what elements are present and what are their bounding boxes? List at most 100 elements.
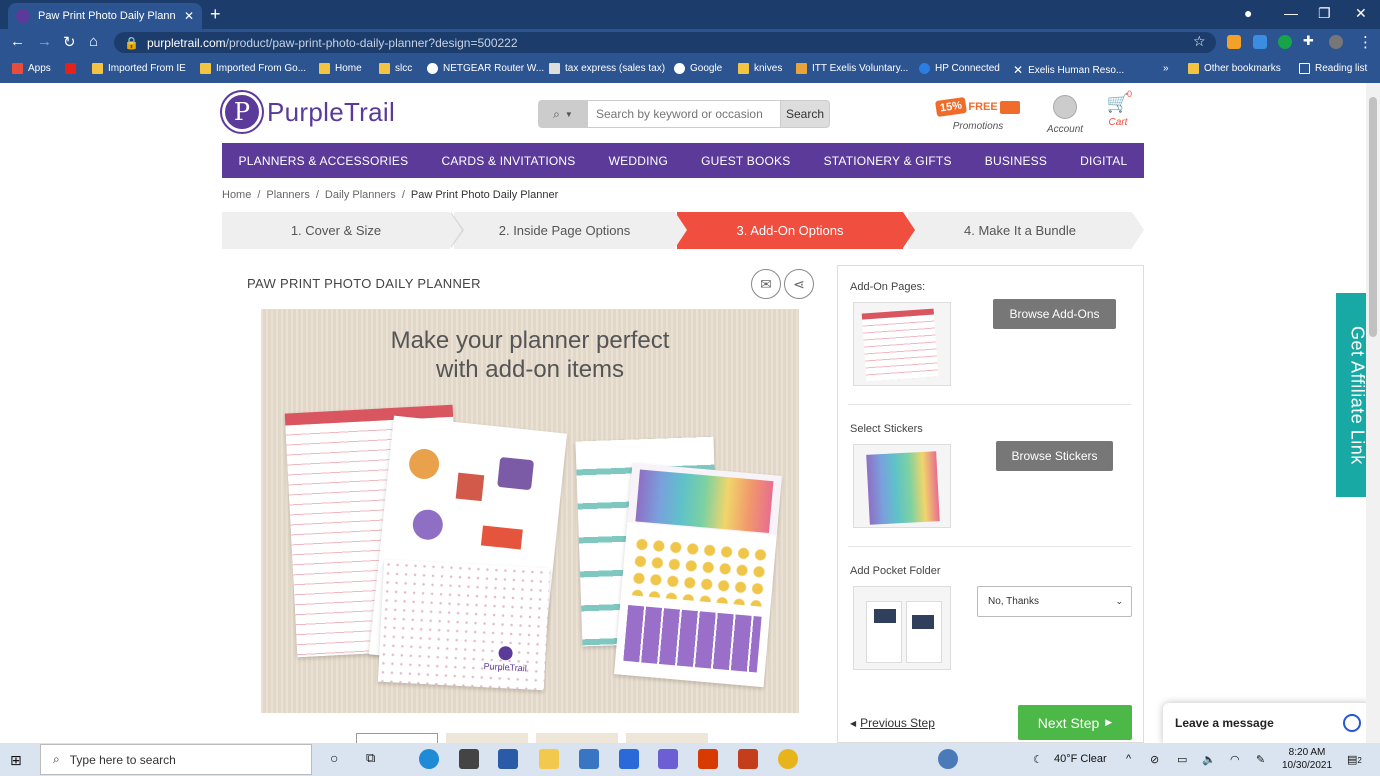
bookmark-youtube[interactable]: [65, 63, 76, 74]
app-purple-icon[interactable]: [658, 749, 678, 769]
nav-cards-invitations[interactable]: CARDS & INVITATIONS: [441, 154, 575, 168]
bookmark-exelis-hr[interactable]: ✕ Exelis Human Reso...: [1013, 63, 1124, 77]
tray-overflow-icon[interactable]: ^: [1126, 753, 1131, 765]
bookmark-netgear[interactable]: NETGEAR Router W...: [427, 63, 544, 74]
taskbar-search[interactable]: ⌕ Type here to search: [40, 744, 312, 775]
nav-stationery-gifts[interactable]: STATIONERY & GIFTS: [824, 154, 952, 168]
chat-widget[interactable]: Leave a message: [1163, 703, 1366, 743]
breadcrumb-planners[interactable]: Planners: [266, 189, 309, 201]
bookmark-apps[interactable]: Apps: [12, 63, 51, 74]
restore-icon[interactable]: ❐: [1318, 5, 1331, 22]
close-tab-icon[interactable]: ✕: [184, 9, 194, 23]
new-tab-icon[interactable]: +: [210, 4, 221, 25]
bookmark-tax-express[interactable]: tax express (sales tax): [549, 63, 665, 74]
stickers-thumbnail[interactable]: [853, 444, 951, 528]
browse-stickers-button[interactable]: Browse Stickers: [996, 441, 1113, 471]
get-affiliate-link-tab[interactable]: Get Affiliate Link: [1336, 293, 1366, 497]
tray-network-icon[interactable]: ⊘: [1150, 753, 1159, 766]
thumbnail-4[interactable]: [626, 733, 708, 743]
windows-start-icon[interactable]: ⊞: [10, 752, 22, 769]
cortana-icon[interactable]: ○: [330, 750, 338, 766]
close-window-icon[interactable]: ✕: [1355, 5, 1367, 22]
home-icon[interactable]: ⌂: [89, 33, 98, 50]
battery-icon[interactable]: ▭: [1177, 753, 1187, 766]
back-icon[interactable]: ←: [10, 33, 25, 50]
bookmark-knives[interactable]: knives: [738, 63, 782, 74]
scrollbar-thumb[interactable]: [1369, 97, 1377, 337]
browser-tab[interactable]: Paw Print Photo Daily Planner | D ✕: [8, 3, 202, 29]
pocket-folder-select[interactable]: No, Thanks ⌄: [977, 586, 1132, 617]
office-icon[interactable]: [698, 749, 718, 769]
step-cover-size[interactable]: 1. Cover & Size: [222, 212, 464, 249]
extensions-puzzle-icon[interactable]: ✚: [1303, 33, 1314, 49]
grammarly-icon[interactable]: [1278, 35, 1292, 49]
bookmark-hp-connected[interactable]: HP Connected: [919, 63, 1000, 74]
page-scrollbar[interactable]: [1366, 83, 1380, 743]
weather-moon-icon[interactable]: ☾: [1033, 753, 1043, 766]
email-share-icon[interactable]: ✉: [751, 269, 781, 299]
next-step-button[interactable]: Next Step ▶: [1018, 705, 1132, 740]
volume-icon[interactable]: 🔈: [1202, 753, 1216, 766]
nav-guest-books[interactable]: GUEST BOOKS: [701, 154, 790, 168]
notifications-icon[interactable]: ▤2: [1347, 753, 1362, 766]
bookmark-imported-ie[interactable]: Imported From IE: [92, 63, 186, 74]
extension-tag-icon[interactable]: [1227, 35, 1241, 49]
search-input[interactable]: [588, 100, 780, 128]
forward-icon[interactable]: →: [37, 33, 52, 50]
bookmarks-overflow[interactable]: »: [1163, 63, 1169, 74]
caret-down-icon: ▼: [564, 109, 573, 119]
pocket-folder-thumbnail[interactable]: [853, 586, 951, 670]
nav-digital[interactable]: DIGITAL: [1080, 154, 1127, 168]
word-icon[interactable]: [498, 749, 518, 769]
account-link[interactable]: Account: [1043, 95, 1087, 135]
url-field[interactable]: 🔒 purpletrail.com/product/paw-print-phot…: [114, 32, 1216, 53]
bookmark-itt-exelis[interactable]: ITT Exelis Voluntary...: [796, 63, 908, 74]
add-on-pages-thumbnail[interactable]: [853, 302, 951, 386]
reload-icon[interactable]: ↻: [63, 33, 76, 51]
step-inside-page-options[interactable]: 2. Inside Page Options: [454, 212, 687, 249]
search-button[interactable]: Search: [780, 100, 830, 128]
step-make-it-a-bundle[interactable]: 4. Make It a Bundle: [908, 212, 1144, 249]
search-category-dropdown[interactable]: ⌕ ▼: [538, 100, 588, 128]
bookmark-home[interactable]: Home: [319, 63, 362, 74]
powerpoint-icon[interactable]: [738, 749, 758, 769]
bookmark-google[interactable]: Google: [674, 63, 722, 74]
bookmark-star-icon[interactable]: ☆: [1193, 33, 1206, 50]
bookmark-slcc[interactable]: slcc: [379, 63, 412, 74]
nav-wedding[interactable]: WEDDING: [609, 154, 668, 168]
reading-list[interactable]: Reading list: [1299, 63, 1367, 74]
edge-icon[interactable]: [419, 749, 439, 769]
weather-text[interactable]: 40°F Clear: [1054, 753, 1107, 765]
bookmark-imported-go[interactable]: Imported From Go...: [200, 63, 306, 74]
breadcrumb-home[interactable]: Home: [222, 189, 251, 201]
extension-blue-icon[interactable]: [1253, 35, 1267, 49]
previous-step-link[interactable]: ◀ Previous Step: [850, 716, 935, 730]
purpletrail-logo[interactable]: P PurpleTrail: [222, 92, 395, 132]
mail-icon[interactable]: [579, 749, 599, 769]
minimize-icon[interactable]: —: [1284, 5, 1298, 21]
bookmark-other[interactable]: Other bookmarks: [1188, 63, 1281, 74]
chrome-icon[interactable]: [778, 749, 798, 769]
file-explorer-icon[interactable]: [539, 749, 559, 769]
browser-menu-icon[interactable]: ⋮: [1358, 33, 1373, 51]
thumbnail-3[interactable]: [536, 733, 618, 743]
pen-icon[interactable]: ✎: [1256, 753, 1265, 766]
breadcrumb-daily-planners[interactable]: Daily Planners: [325, 189, 396, 201]
nav-planners-accessories[interactable]: PLANNERS & ACCESSORIES: [239, 154, 409, 168]
share-icon[interactable]: ⋖: [784, 269, 814, 299]
profile-avatar-icon[interactable]: [1329, 35, 1343, 49]
store-icon[interactable]: [459, 749, 479, 769]
nav-business[interactable]: BUSINESS: [985, 154, 1047, 168]
wifi-icon[interactable]: ◠: [1230, 753, 1240, 766]
browse-add-ons-button[interactable]: Browse Add-Ons: [993, 299, 1116, 329]
thumbnail-2[interactable]: [446, 733, 528, 743]
dropbox-icon[interactable]: [619, 749, 639, 769]
thumbnail-1[interactable]: [356, 733, 438, 743]
help-icon[interactable]: [938, 749, 958, 769]
profile-dropdown-icon[interactable]: ●: [1244, 5, 1252, 21]
cart-link[interactable]: 🛒 0 Cart: [1104, 89, 1132, 128]
step-add-on-options[interactable]: 3. Add-On Options: [677, 212, 915, 249]
promotions-link[interactable]: 15% FREE Promotions: [935, 95, 1020, 132]
system-clock[interactable]: 8:20 AM 10/30/2021: [1282, 746, 1332, 772]
task-view-icon[interactable]: ⧉: [366, 750, 375, 766]
